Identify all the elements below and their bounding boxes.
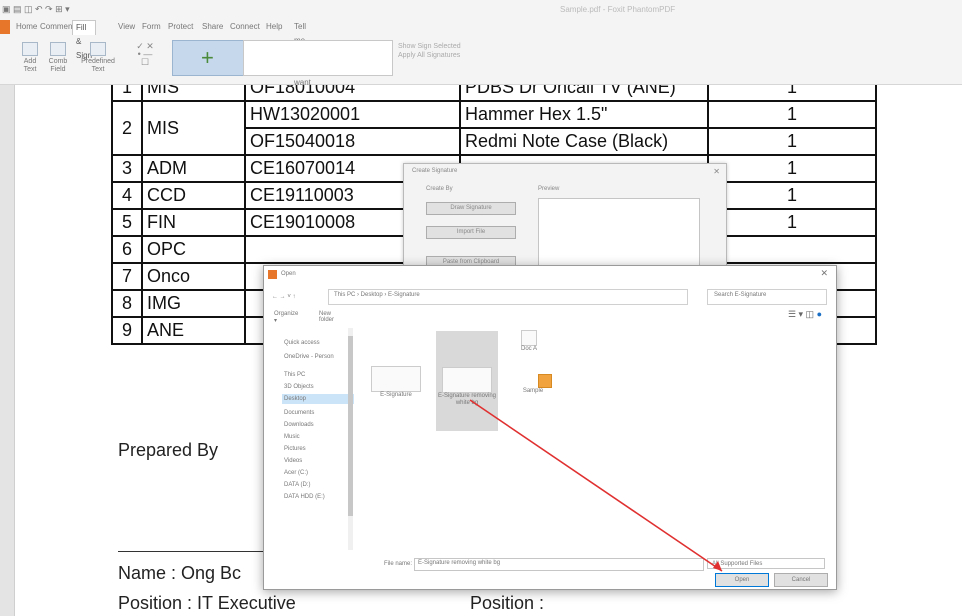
table-row: 1 MIS OF18010004 PDBS Dr Oncall TV (ANE)… bbox=[111, 85, 877, 102]
name-label: Name : Ong Bc bbox=[118, 563, 242, 583]
comb-icon bbox=[50, 42, 66, 56]
dialog-titlebar: Open ✕ bbox=[264, 266, 836, 282]
view-options[interactable]: ☰ ▾ ◫ ● bbox=[788, 309, 822, 320]
file-item-top[interactable]: Doc A bbox=[506, 330, 552, 353]
table-row: 2 MIS HW13020001 Hammer Hex 1.5" 1 bbox=[111, 100, 877, 156]
file-item[interactable]: Sample bbox=[508, 374, 558, 395]
file-item[interactable]: E-Signature bbox=[366, 366, 426, 399]
filename-value: E-Signature removing white bg bbox=[418, 560, 501, 566]
create-signature-dialog: Create Signature ✕ Create By Preview Dra… bbox=[403, 163, 727, 275]
signature-thumbnail bbox=[371, 366, 421, 392]
preview-box bbox=[538, 198, 700, 272]
nav-item[interactable]: Downloads bbox=[284, 420, 314, 430]
position-right-label: Position : bbox=[470, 593, 545, 613]
nav-item[interactable]: 3D Objects bbox=[284, 382, 314, 392]
nav-item[interactable]: Pictures bbox=[284, 444, 306, 454]
nav-item[interactable]: Acer (C:) bbox=[284, 468, 308, 478]
pdf-icon bbox=[538, 374, 552, 388]
mark-tools[interactable]: ✓ ✕ • — ☐ bbox=[130, 42, 160, 67]
import-file-button[interactable]: Import File bbox=[426, 226, 516, 239]
filetype-select[interactable]: All Supported Files bbox=[707, 558, 825, 569]
scroll-thumb[interactable] bbox=[348, 336, 353, 516]
left-panel bbox=[0, 85, 15, 616]
nav-item[interactable]: This PC bbox=[284, 370, 305, 380]
plus-icon: + bbox=[201, 45, 214, 70]
add-text-button[interactable]: Add Text bbox=[18, 42, 42, 74]
window-title: Sample.pdf - Foxit PhantomPDF bbox=[560, 5, 676, 14]
nav-item[interactable]: OneDrive - Person bbox=[284, 352, 334, 362]
file-item-selected[interactable]: E-Signature removing white bg bbox=[436, 331, 498, 431]
signature-thumbnail bbox=[442, 367, 492, 393]
prepared-by-label: Prepared By bbox=[118, 440, 219, 460]
signature-options[interactable]: Show Sign Selected Apply All Signatures bbox=[398, 42, 461, 60]
tab-view[interactable]: View bbox=[118, 20, 135, 34]
help-icon[interactable]: ● bbox=[817, 309, 822, 319]
tab-help[interactable]: Help bbox=[266, 20, 282, 34]
nav-arrows[interactable]: ← → ˅ ↑ bbox=[272, 290, 296, 304]
dialog-title: Create Signature bbox=[412, 168, 458, 174]
tell-me-search[interactable]: Tell me what you want to do... bbox=[294, 20, 311, 115]
close-icon[interactable]: ✕ bbox=[713, 167, 720, 176]
navigation-pane: Quick access OneDrive - Person This PC 3… bbox=[272, 328, 356, 550]
nav-item[interactable]: DATA (D:) bbox=[284, 480, 310, 490]
nav-item[interactable]: DATA HDD (E:) bbox=[284, 492, 325, 502]
nav-item-selected[interactable]: Desktop bbox=[282, 394, 354, 404]
create-signature-button[interactable]: + bbox=[172, 40, 244, 76]
filename-label: File name: bbox=[384, 561, 413, 567]
tab-form[interactable]: Form bbox=[142, 20, 161, 34]
signature-line bbox=[118, 551, 268, 552]
comb-field-button[interactable]: Comb Field bbox=[46, 42, 70, 74]
tab-fill-sign[interactable]: Fill & Sign bbox=[72, 20, 97, 60]
signature-gallery[interactable] bbox=[243, 40, 393, 76]
text-icon bbox=[22, 42, 38, 56]
dialog-title: Open bbox=[281, 271, 296, 277]
open-button[interactable]: Open bbox=[715, 573, 769, 587]
predefined-icon bbox=[90, 42, 106, 56]
new-folder-button[interactable]: New folder bbox=[319, 311, 334, 323]
nav-item[interactable]: Videos bbox=[284, 456, 302, 466]
open-file-dialog: Open ✕ ← → ˅ ↑ This PC › Desktop › E-Sig… bbox=[263, 265, 837, 590]
tab-file[interactable] bbox=[0, 20, 10, 34]
tab-share[interactable]: Share bbox=[202, 20, 223, 34]
file-icon bbox=[521, 330, 537, 346]
create-by-label: Create By bbox=[426, 186, 453, 192]
tab-home[interactable]: Home bbox=[16, 20, 37, 34]
predefined-text-button[interactable]: Predefined Text bbox=[76, 42, 120, 74]
nav-scrollbar[interactable] bbox=[348, 328, 353, 550]
cancel-button[interactable]: Cancel bbox=[774, 573, 828, 587]
close-icon[interactable]: ✕ bbox=[820, 268, 828, 279]
nav-item[interactable]: Music bbox=[284, 432, 300, 442]
tab-protect[interactable]: Protect bbox=[168, 20, 193, 34]
position-left-label: Position : IT Executive bbox=[118, 593, 296, 613]
nav-item[interactable]: Documents bbox=[284, 408, 314, 418]
quick-access-toolbar[interactable]: ▣ ▤ ◫ ↶ ↷ ⊞ ▾ bbox=[2, 4, 70, 15]
organize-button[interactable]: Organize ▾ bbox=[274, 311, 298, 324]
tab-comment[interactable]: Comment bbox=[40, 20, 75, 34]
app-icon bbox=[268, 270, 277, 279]
ribbon: ▣ ▤ ◫ ↶ ↷ ⊞ ▾ Sample.pdf - Foxit Phantom… bbox=[0, 0, 962, 115]
preview-label: Preview bbox=[538, 186, 560, 192]
search-placeholder: Search E-Signature bbox=[714, 292, 767, 298]
draw-signature-button[interactable]: Draw Signature bbox=[426, 202, 516, 215]
breadcrumb[interactable]: This PC › Desktop › E-Signature bbox=[334, 292, 420, 298]
nav-item[interactable]: Quick access bbox=[284, 338, 320, 348]
tab-connect[interactable]: Connect bbox=[230, 20, 260, 34]
